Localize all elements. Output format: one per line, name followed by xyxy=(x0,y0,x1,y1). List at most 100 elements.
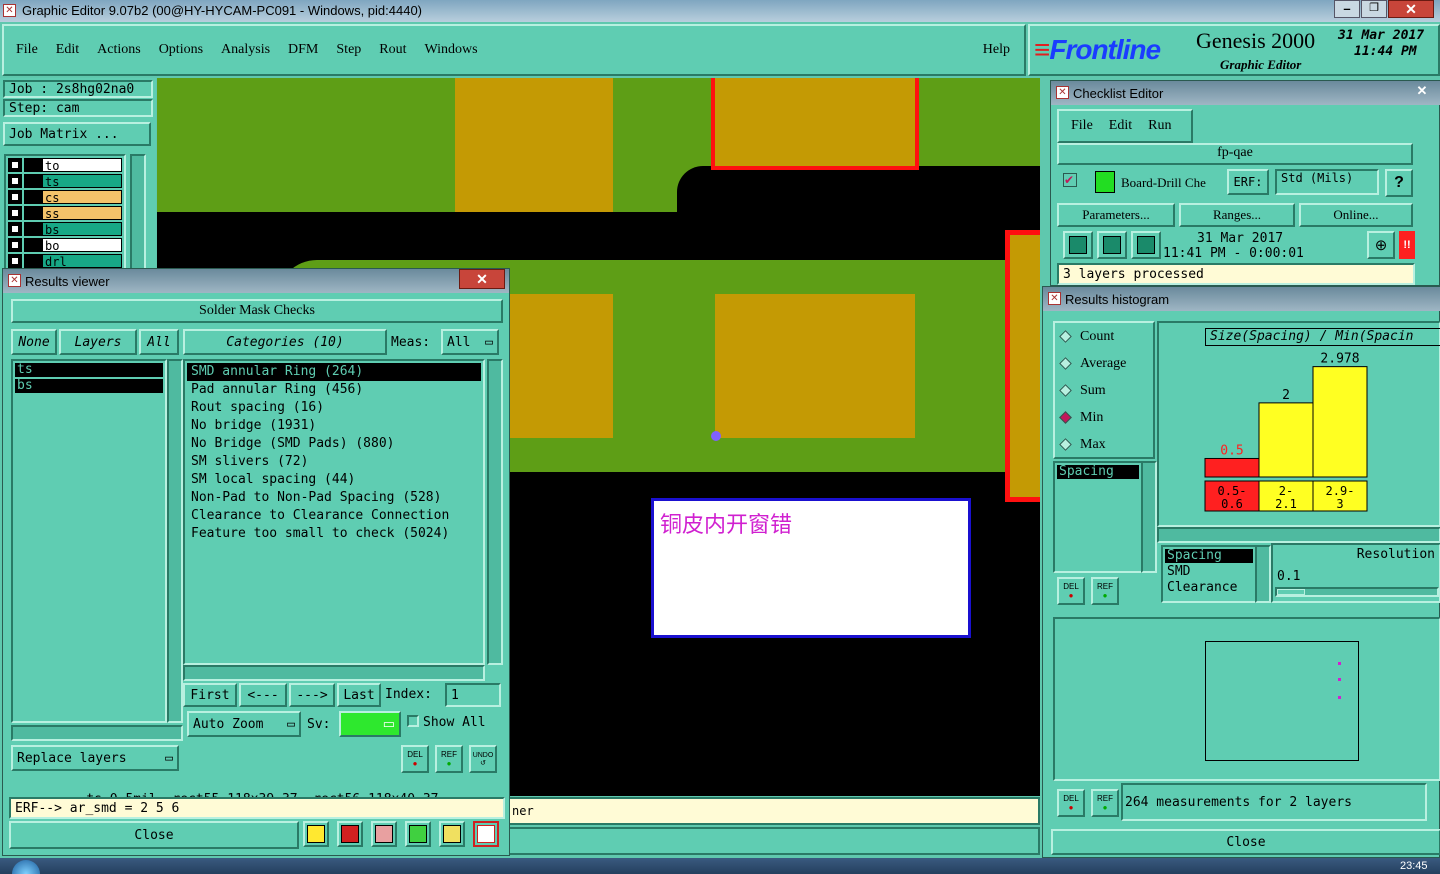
layer-row-to[interactable]: to xyxy=(8,158,122,173)
toolbar-icon-5[interactable] xyxy=(439,821,465,847)
mode-radio-max[interactable]: Max xyxy=(1055,431,1153,458)
layer-row-cs[interactable]: cs xyxy=(8,190,122,205)
results-close-button[interactable]: Close xyxy=(9,821,299,849)
mode-radio-count[interactable]: Count xyxy=(1055,323,1153,350)
layer-checkbox[interactable] xyxy=(8,158,22,172)
layer-row-bs[interactable]: bs xyxy=(8,222,122,237)
layer-list-scrollbar[interactable] xyxy=(130,154,146,270)
toolbar-icon-1[interactable] xyxy=(303,821,329,847)
show-all-checkbox[interactable] xyxy=(407,715,419,727)
checklist-menu-edit[interactable]: Edit xyxy=(1109,118,1132,134)
checklist-check-mark[interactable]: ✔ xyxy=(1063,173,1077,187)
start-button[interactable] xyxy=(12,860,40,874)
resolution-slider[interactable] xyxy=(1275,587,1439,597)
category-item[interactable]: Rout spacing (16) xyxy=(187,399,481,417)
category-item[interactable]: Feature too small to check (5024) xyxy=(187,525,481,543)
menu-options[interactable]: Options xyxy=(159,42,203,58)
type-item-clearance[interactable]: Clearance xyxy=(1165,581,1253,595)
results-viewer-close-x[interactable]: ✕ xyxy=(459,269,505,289)
histogram-left-item[interactable]: Spacing xyxy=(1057,465,1139,479)
histogram-bar[interactable] xyxy=(1258,402,1314,478)
layer-row-bo[interactable]: bo xyxy=(8,238,122,253)
menu-actions[interactable]: Actions xyxy=(97,42,141,58)
histogram-del-button[interactable]: DEL ● xyxy=(1057,577,1085,605)
mode-radio-sum[interactable]: Sum xyxy=(1055,377,1153,404)
index-input[interactable]: 1 xyxy=(445,683,501,707)
layer-select-hscroll[interactable] xyxy=(11,725,183,741)
type-item-smd[interactable]: SMD xyxy=(1165,565,1253,579)
menu-step[interactable]: Step xyxy=(336,42,361,58)
histogram-left-scroll[interactable] xyxy=(1141,461,1157,573)
menu-rout[interactable]: Rout xyxy=(379,42,406,58)
category-item[interactable]: Clearance to Clearance Connection xyxy=(187,507,481,525)
category-item[interactable]: SM slivers (72) xyxy=(187,453,481,471)
layers-button[interactable]: Layers xyxy=(59,329,137,355)
checklist-menu-run[interactable]: Run xyxy=(1148,118,1171,134)
category-item[interactable]: Pad annular Ring (456) xyxy=(187,381,481,399)
zoom-icon[interactable]: ⊕ xyxy=(1367,231,1395,259)
layer-row-drl[interactable]: drl xyxy=(8,254,122,269)
layer-select-item-bs[interactable]: bs xyxy=(15,379,163,393)
mode-radio-min[interactable]: Min xyxy=(1055,404,1153,431)
auto-zoom-select[interactable]: Auto Zoom ▭ xyxy=(187,711,301,737)
type-list-scroll[interactable] xyxy=(1255,545,1271,603)
sv-color-select[interactable]: ▭ xyxy=(339,711,401,737)
category-item[interactable]: No Bridge (SMD Pads) (880) xyxy=(187,435,481,453)
layer-row-ts[interactable]: ts xyxy=(8,174,122,189)
toolbar-icon-4[interactable] xyxy=(405,821,431,847)
minimize-button[interactable]: – xyxy=(1334,0,1360,18)
category-item[interactable]: Non-Pad to Non-Pad Spacing (528) xyxy=(187,489,481,507)
menu-help[interactable]: Help xyxy=(983,42,1010,58)
parameters-button[interactable]: Parameters... xyxy=(1057,203,1175,227)
preview-del-button[interactable]: DEL ● xyxy=(1057,789,1085,817)
mode-radio-average[interactable]: Average xyxy=(1055,350,1153,377)
histogram-bar[interactable] xyxy=(1312,366,1368,478)
type-item-spacing[interactable]: Spacing xyxy=(1165,549,1253,563)
layer-checkbox[interactable] xyxy=(8,174,22,188)
annotation-note[interactable]: 铜皮内开窗错 xyxy=(651,498,971,638)
layer-select-scrollbar[interactable] xyxy=(167,359,183,723)
maximize-button[interactable]: ❐ xyxy=(1361,0,1387,18)
run-icon-1[interactable] xyxy=(1063,231,1093,259)
erf-select[interactable]: Std (Mils) xyxy=(1275,169,1379,195)
run-icon-2[interactable] xyxy=(1097,231,1127,259)
layer-checkbox[interactable] xyxy=(8,222,22,236)
menu-analysis[interactable]: Analysis xyxy=(221,42,270,58)
category-hscroll[interactable] xyxy=(183,665,485,681)
online-button[interactable]: Online... xyxy=(1299,203,1413,227)
layer-select-item-ts[interactable]: ts xyxy=(15,363,163,377)
prev-button[interactable]: <--- xyxy=(239,683,287,707)
last-button[interactable]: Last xyxy=(337,683,381,707)
checklist-help-button[interactable]: ? xyxy=(1385,169,1413,197)
menu-file[interactable]: File xyxy=(16,42,38,58)
menu-edit[interactable]: Edit xyxy=(56,42,79,58)
checklist-menu-file[interactable]: File xyxy=(1071,118,1093,134)
result-marker[interactable] xyxy=(711,431,721,441)
toolbar-icon-erf[interactable] xyxy=(371,821,397,847)
histogram-icon[interactable] xyxy=(473,821,499,847)
histogram-bar[interactable] xyxy=(1204,457,1260,478)
layer-checkbox[interactable] xyxy=(8,190,22,204)
replace-layers-select[interactable]: Replace layers ▭ xyxy=(11,745,179,771)
del-button[interactable]: DEL ● xyxy=(401,745,429,773)
app-close-button[interactable]: ✕ xyxy=(1388,0,1434,18)
meas-select[interactable]: All ▭ xyxy=(441,329,499,355)
run-icon-3[interactable] xyxy=(1131,231,1161,259)
category-item[interactable]: No bridge (1931) xyxy=(187,417,481,435)
layer-row-ss[interactable]: ss xyxy=(8,206,122,221)
toolbar-icon-2[interactable] xyxy=(337,821,363,847)
category-item[interactable]: SMD annular Ring (264) xyxy=(187,363,481,381)
ref-button[interactable]: REF ● xyxy=(435,745,463,773)
undo-button[interactable]: UNDO ↺ xyxy=(469,745,497,773)
category-item[interactable]: SM local spacing (44) xyxy=(187,471,481,489)
histogram-close-button[interactable]: Close xyxy=(1051,829,1440,855)
job-matrix-button[interactable]: Job Matrix ... xyxy=(3,122,151,146)
histogram-ref-button[interactable]: REF ● xyxy=(1091,577,1119,605)
layer-checkbox[interactable] xyxy=(8,238,22,252)
first-button[interactable]: First xyxy=(183,683,237,707)
histogram-hscroll[interactable] xyxy=(1157,527,1440,543)
category-scrollbar[interactable] xyxy=(487,359,503,665)
menu-windows[interactable]: Windows xyxy=(425,42,478,58)
next-button[interactable]: ---> xyxy=(289,683,335,707)
all-layers-button[interactable]: All xyxy=(139,329,179,355)
